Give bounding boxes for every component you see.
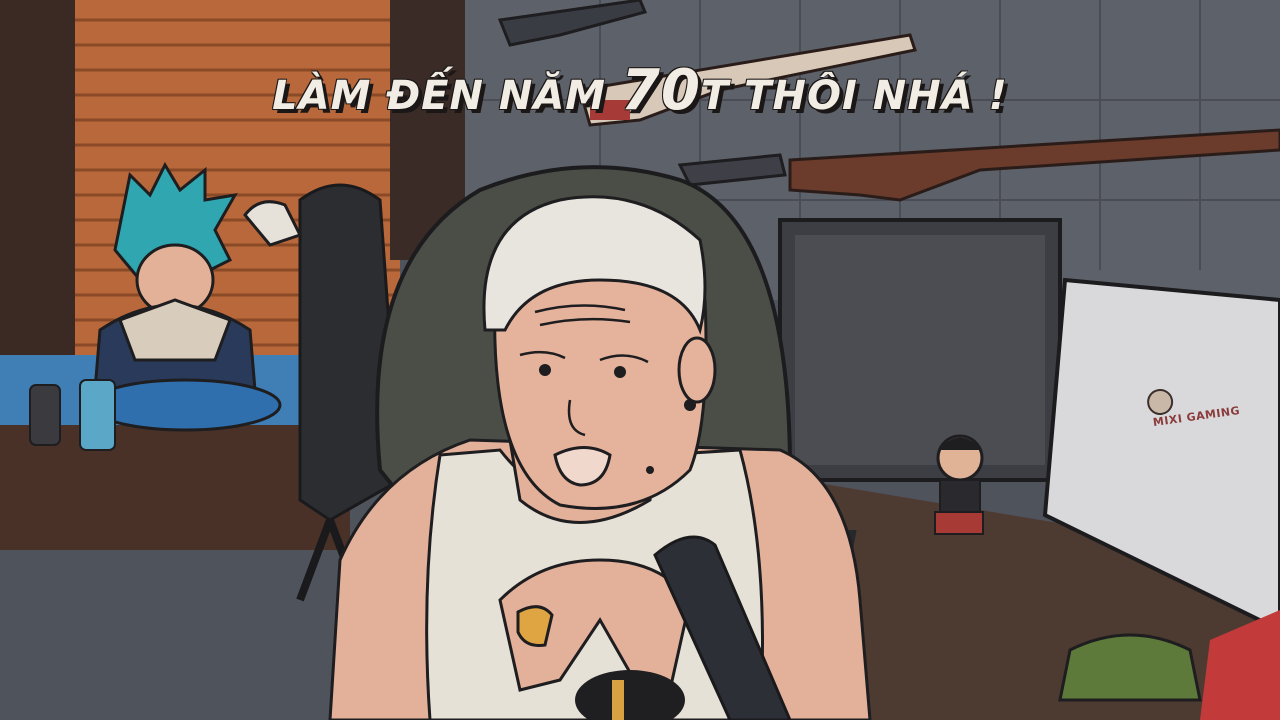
logo-face-icon	[1145, 387, 1175, 417]
monitor-logo: MIXI GAMING	[1137, 373, 1257, 468]
mascot-figure	[934, 434, 984, 535]
caption-part2: 70	[621, 58, 701, 123]
mic-stand-gold	[612, 680, 624, 720]
mole	[646, 466, 654, 474]
earring	[684, 399, 696, 411]
ear	[677, 336, 717, 404]
caption-part1: LÀM ĐẾN NĂM	[272, 73, 622, 119]
caption-part3: T THÔI NHÁ !	[700, 73, 1008, 119]
right-eye	[614, 366, 626, 378]
gold-ring	[516, 605, 554, 647]
subtitle-caption: LÀM ĐẾN NĂM 70T THÔI NHÁ !	[0, 58, 1280, 123]
video-frame: MIXI GAMING LÀM ĐẾN NĂM 70T THÔI NHÁ !	[0, 0, 1280, 720]
left-eye	[539, 364, 551, 376]
gamepad	[1058, 633, 1202, 702]
